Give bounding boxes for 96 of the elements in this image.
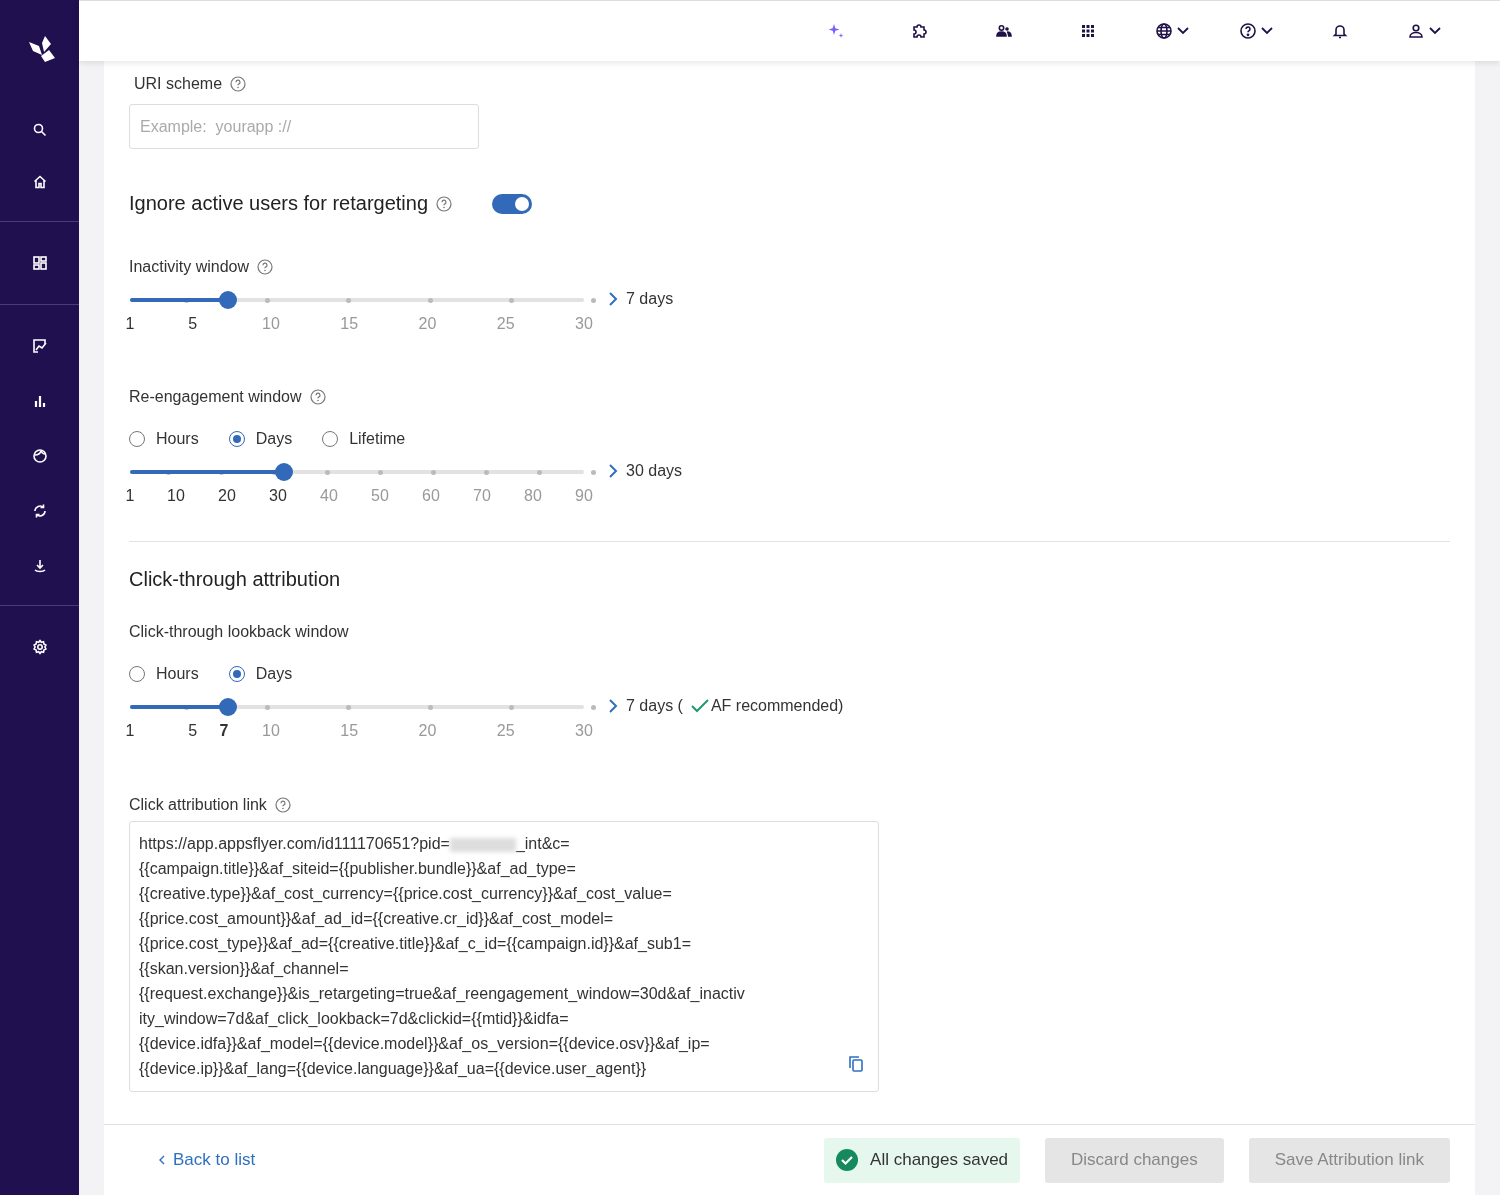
radio-option[interactable]: Hours: [129, 665, 199, 683]
tick-label: 15: [340, 315, 359, 333]
help-icon[interactable]: [257, 259, 274, 275]
chevron-down-icon: [1177, 27, 1189, 35]
notifications-icon: [1331, 22, 1349, 40]
tick-label: 60: [422, 487, 440, 505]
tick-label: 1: [125, 315, 135, 333]
field-label: Click-through lookback window: [129, 623, 349, 641]
link-text: https://app.appsflyer.com/id111170651?pid=: [139, 835, 450, 852]
radio-label: Lifetime: [349, 430, 406, 448]
tick-label: 1: [125, 722, 135, 740]
tick-label: 30: [575, 315, 593, 333]
radio-label: Days: [255, 430, 293, 448]
chevron-down-icon: [1261, 27, 1273, 35]
help-icon[interactable]: [230, 76, 247, 92]
link-text: {{request.exchange}}&is_retargeting=true&af_reengagement_window=30d&af_inactiv: [139, 985, 745, 1002]
radio-label: Days: [255, 665, 293, 683]
dashboard-icon[interactable]: [31, 255, 48, 271]
chevron-right-icon[interactable]: [608, 698, 618, 714]
tick-label: 30: [575, 722, 593, 740]
settings-icon[interactable]: [31, 638, 48, 655]
field-label: Click attribution link: [129, 796, 267, 814]
slider-thumb[interactable]: [274, 463, 293, 481]
tick-label: 80: [524, 487, 542, 505]
tick-label: 10: [262, 722, 280, 740]
tick-label: 25: [496, 722, 515, 740]
help-icon[interactable]: [436, 195, 453, 212]
radio-option[interactable]: Days: [228, 430, 293, 448]
section-title: Ignore active users for retargeting: [129, 192, 429, 215]
sync-icon[interactable]: [31, 502, 48, 519]
field-label: Inactivity window: [129, 258, 250, 276]
tick-label: 10: [167, 487, 185, 505]
radio-label: Hours: [156, 430, 199, 448]
help-icon[interactable]: [274, 797, 291, 813]
chevron-down-icon: [1429, 27, 1441, 35]
slider-thumb[interactable]: [218, 291, 237, 309]
chevron-right-icon[interactable]: [608, 291, 618, 307]
globe-icon: [1155, 22, 1173, 40]
tick-label: 7: [219, 722, 229, 740]
check-circle-icon: [836, 1149, 859, 1171]
radio-label: Hours: [156, 665, 199, 683]
user-icon: [1407, 22, 1425, 40]
puzzle-icon: [911, 22, 929, 40]
tick-label: 70: [473, 487, 491, 505]
link-text: {{device.idfa}}&af_model={{device.model}}&af_os_version={{device.osv}}&af_ip=: [139, 1035, 710, 1052]
tick-label: 25: [496, 315, 515, 333]
tick-label: 5: [188, 722, 198, 740]
tick-label: 40: [320, 487, 338, 505]
recommended-note: AF recommended): [710, 697, 844, 715]
tick-label: 5: [188, 315, 198, 333]
chevron-right-icon[interactable]: [608, 463, 618, 479]
status-text: All changes saved: [870, 1150, 1009, 1170]
face-icon[interactable]: [31, 447, 48, 464]
link-text: {{device.ip}}&af_lang={{device.language}}&af_ua={{device.user_agent}}: [139, 1060, 647, 1077]
link-text: ity_window=7d&af_click_lookback=7d&clickid={{mtid}}&idfa=: [139, 1010, 569, 1027]
radio-option[interactable]: Hours: [129, 430, 199, 448]
copy-icon[interactable]: [848, 1055, 864, 1073]
link-text: _int&c=: [515, 835, 570, 852]
tick-label: 15: [340, 722, 359, 740]
tick-label: 50: [371, 487, 389, 505]
tick-label: 1: [125, 487, 135, 505]
tick-label: 30: [269, 487, 287, 505]
link-text: {{price.cost_type}}&af_ad={{creative.title}}&af_c_id={{campaign.id}}&af_sub1=: [139, 935, 691, 952]
slider-value: 30 days: [626, 462, 683, 480]
tick-label: 20: [418, 722, 437, 740]
download-icon[interactable]: [31, 557, 48, 574]
home-icon[interactable]: [31, 174, 48, 190]
slider-value: 7 days: [626, 290, 674, 308]
people-icon: [995, 22, 1013, 40]
field-label: Re-engagement window: [129, 388, 302, 406]
back-link[interactable]: Back to list: [159, 1150, 256, 1170]
help-icon[interactable]: [309, 389, 326, 405]
search-icon[interactable]: [31, 122, 48, 138]
link-text: {{price.cost_amount}}&af_ad_id={{creative.cr_id}}&af_cost_model=: [139, 910, 614, 927]
field-label: URI scheme: [134, 75, 223, 93]
link-text: {{creative.type}}&af_cost_currency={{price.cost_currency}}&af_cost_value=: [139, 885, 672, 902]
chart-report-icon[interactable]: [31, 337, 48, 354]
radio-option[interactable]: Lifetime: [322, 430, 406, 448]
redacted-text: [449, 837, 516, 852]
apps-grid-icon: [1079, 22, 1097, 40]
slider-value: 7 days (: [626, 697, 683, 715]
link-text: {{campaign.title}}&af_siteid={{publisher.bundle}}&af_ad_type=: [139, 860, 576, 877]
radio-option[interactable]: Days: [228, 665, 293, 683]
slider-thumb[interactable]: [218, 698, 237, 716]
input-field[interactable]: Example: yourapp ://: [129, 104, 479, 149]
toggle-switch[interactable]: [492, 193, 533, 214]
checkmark-icon: [690, 699, 709, 713]
help-icon: [1239, 22, 1257, 40]
tick-label: 10: [262, 315, 280, 333]
chevron-left-icon: [159, 1155, 165, 1165]
section-title: Click-through attribution: [129, 568, 342, 591]
tick-label: 20: [218, 487, 236, 505]
tick-label: 90: [575, 487, 593, 505]
link-text-area[interactable]: [129, 821, 879, 1092]
tick-label: 20: [418, 315, 437, 333]
link-text: {{skan.version}}&af_channel=: [139, 960, 349, 977]
